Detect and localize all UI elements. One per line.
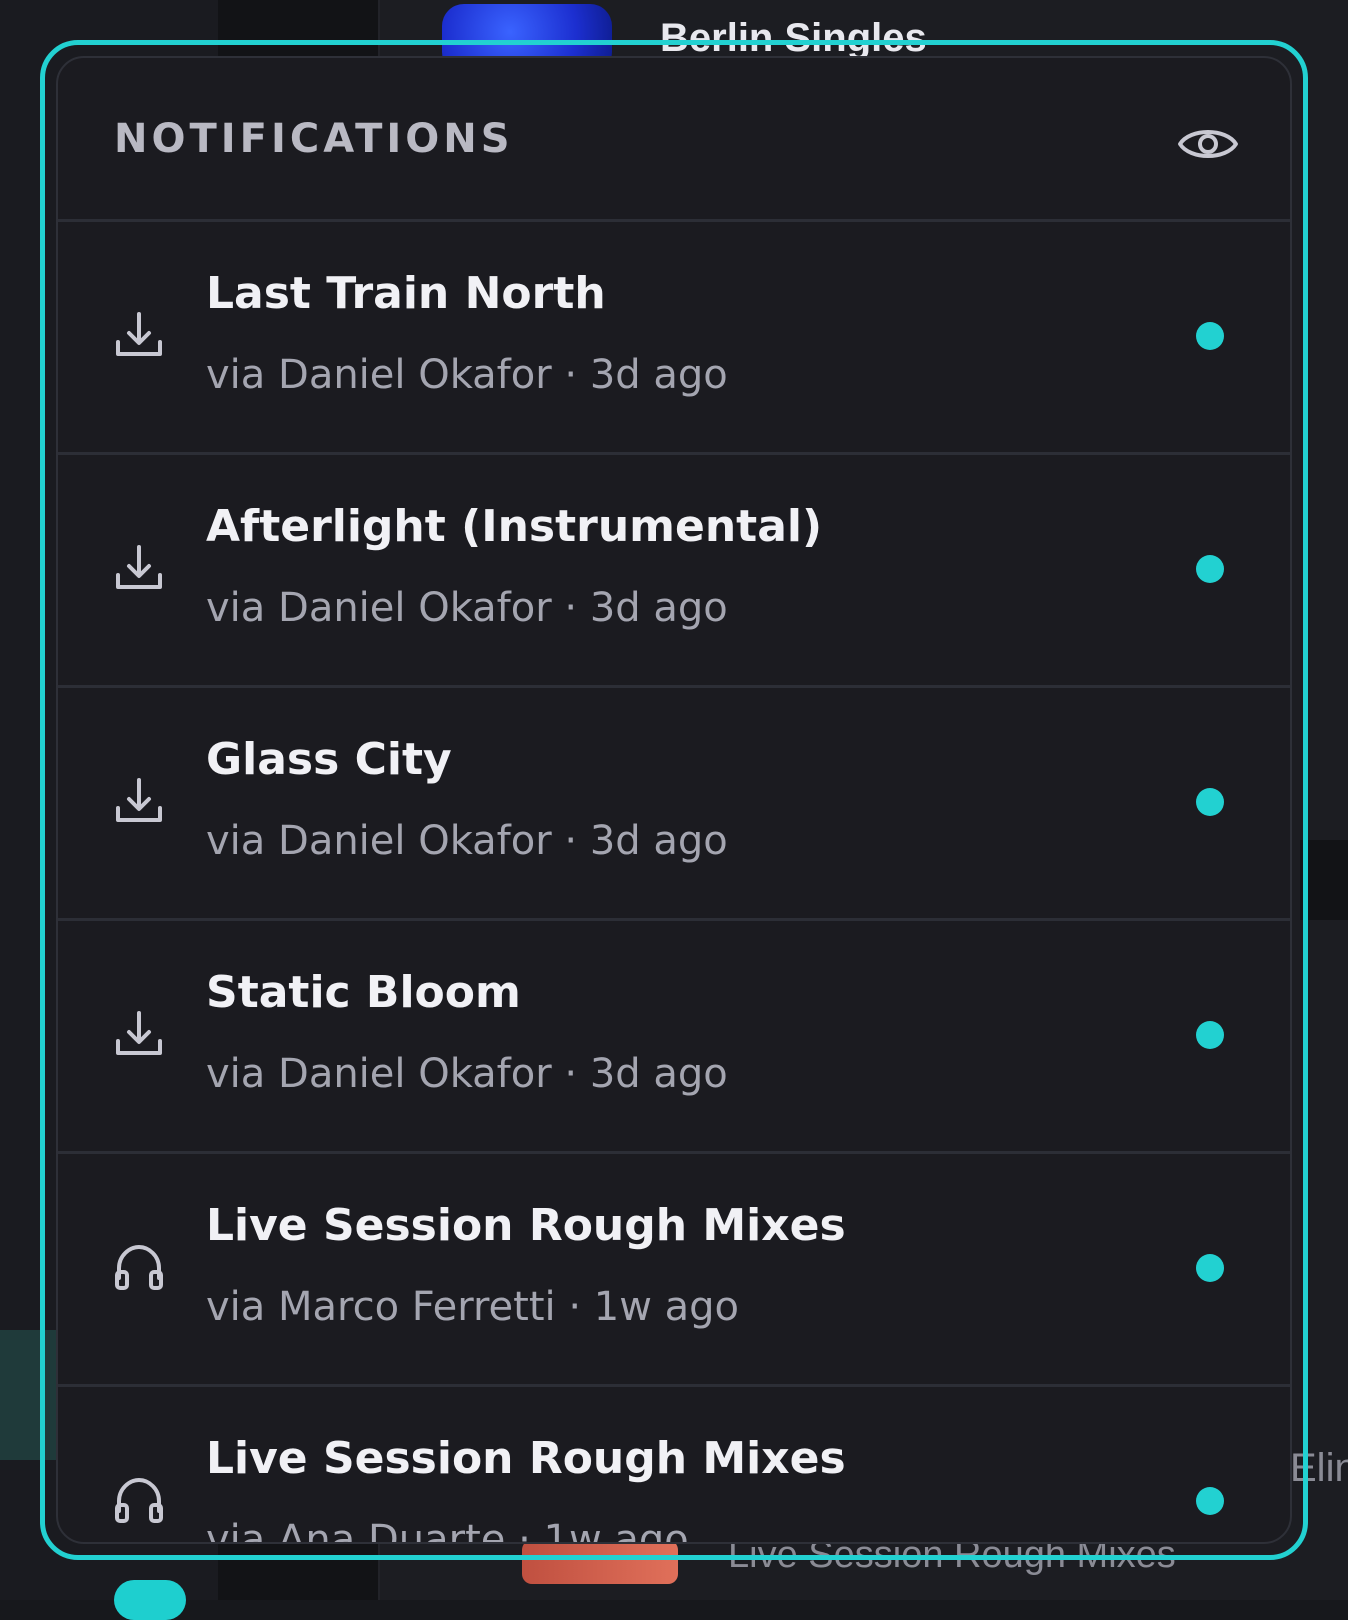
notification-subtitle: via Marco Ferretti · 1w ago <box>206 1284 739 1330</box>
notification-subtitle: via Daniel Okafor · 3d ago <box>206 585 728 631</box>
notification-subtitle: via Daniel Okafor · 3d ago <box>206 1051 728 1097</box>
panel-header: NOTIFICATIONS <box>58 58 1290 222</box>
unread-indicator <box>1196 1021 1224 1049</box>
notification-item[interactable]: Static Bloom via Daniel Okafor · 3d ago <box>58 921 1290 1154</box>
download-icon <box>112 774 166 828</box>
headphones-icon <box>112 1240 166 1294</box>
eye-icon <box>1176 112 1240 176</box>
download-icon <box>112 1007 166 1061</box>
unread-indicator <box>1196 1254 1224 1282</box>
notification-item[interactable]: Live Session Rough Mixes via Marco Ferret… <box>58 1154 1290 1387</box>
panel-title: NOTIFICATIONS <box>114 116 514 162</box>
notification-item[interactable]: Last Train North via Daniel Okafor · 3d a… <box>58 222 1290 455</box>
notification-title: Glass City <box>206 734 452 785</box>
notification-title: Live Session Rough Mixes <box>206 1433 846 1484</box>
unread-indicator <box>1196 555 1224 583</box>
unread-indicator <box>1196 788 1224 816</box>
mark-all-read-button[interactable] <box>1176 112 1240 176</box>
notification-subtitle: via Daniel Okafor · 3d ago <box>206 818 728 864</box>
download-icon <box>112 541 166 595</box>
notification-title: Afterlight (Instrumental) <box>206 501 822 552</box>
notification-title: Live Session Rough Mixes <box>206 1200 846 1251</box>
headphones-icon <box>112 1473 166 1527</box>
notification-item[interactable]: Live Session Rough Mixes via Ana Duarte ·… <box>58 1387 1290 1544</box>
unread-indicator <box>1196 1487 1224 1515</box>
notification-subtitle: via Ana Duarte · 1w ago <box>206 1517 689 1544</box>
download-icon <box>112 308 166 362</box>
notification-item[interactable]: Afterlight (Instrumental) via Daniel Okaf… <box>58 455 1290 688</box>
notification-title: Static Bloom <box>206 967 521 1018</box>
notification-title: Last Train North <box>206 268 606 319</box>
notification-list: Last Train North via Daniel Okafor · 3d a… <box>58 222 1290 1544</box>
unread-indicator <box>1196 322 1224 350</box>
notification-subtitle: via Daniel Okafor · 3d ago <box>206 352 728 398</box>
notification-item[interactable]: Glass City via Daniel Okafor · 3d ago <box>58 688 1290 921</box>
notifications-panel: NOTIFICATIONS Last Train North via Daniel… <box>56 56 1292 1544</box>
avatar[interactable] <box>114 1580 186 1620</box>
